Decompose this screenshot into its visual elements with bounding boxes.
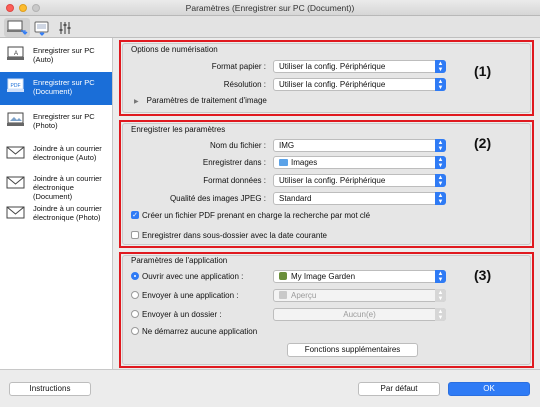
sidebar-item-email-auto[interactable]: Joindre à un courrier électronique (Auto… <box>0 138 112 171</box>
scan-options-title: Options de numérisation <box>131 45 218 54</box>
chevron-updown-icon: ▲ ▼ <box>435 139 446 152</box>
settings-toolbar <box>0 16 540 38</box>
sidebar-item-email-document[interactable]: Joindre à un courrier électronique (Docu… <box>0 168 112 201</box>
title-bar: Paramètres (Enregistrer sur PC (Document… <box>0 0 540 16</box>
tab-general-settings[interactable] <box>56 18 74 37</box>
filename-value: IMG <box>279 141 295 150</box>
svg-text:A: A <box>14 51 18 57</box>
chevron-updown-icon: ▲ ▼ <box>435 78 446 91</box>
open-app-select[interactable]: My Image Garden ▲ ▼ <box>273 270 446 283</box>
send-app-radio[interactable] <box>131 291 139 299</box>
chevron-updown-icon: ▲ ▼ <box>435 192 446 205</box>
paper-size-label: Format papier : <box>211 62 266 71</box>
save-settings-title: Enregistrer les paramètres <box>131 125 226 134</box>
settings-panel: Options de numérisation Format papier : … <box>114 38 540 369</box>
scan-from-computer-icon <box>7 20 28 35</box>
save-pc-document-icon: PDF <box>7 78 24 92</box>
send-folder-select[interactable]: Aucun(e) ▲ ▼ <box>273 308 446 321</box>
save-pc-photo-icon <box>7 112 24 126</box>
sidebar-item-save-pc-document[interactable]: PDF Enregistrer sur PC (Document) <box>0 72 112 105</box>
sidebar-item-label: Enregistrer sur PC (Document) <box>33 78 95 96</box>
email-auto-icon <box>6 146 25 159</box>
data-format-select[interactable]: Utiliser la config. Périphérique ▲ ▼ <box>273 174 446 187</box>
disclosure-triangle-icon: ▶ <box>134 99 139 105</box>
sidebar-item-save-pc-auto[interactable]: A Enregistrer sur PC (Auto) <box>0 40 112 73</box>
data-format-value: Utiliser la config. Périphérique <box>279 176 386 185</box>
ok-button[interactable]: OK <box>448 382 530 396</box>
subfolder-checkbox[interactable] <box>131 231 139 239</box>
footer-bar: Instructions Par défaut OK <box>0 369 540 407</box>
email-document-icon <box>6 176 25 189</box>
sidebar-item-email-photo[interactable]: Joindre à un courrier électronique (Phot… <box>0 198 112 231</box>
chevron-updown-icon: ▲ ▼ <box>435 308 446 321</box>
send-app-select[interactable]: Aperçu ▲ ▼ <box>273 289 446 302</box>
save-pc-auto-icon: A <box>7 46 24 60</box>
searchable-pdf-label: Créer un fichier PDF prenant en charge l… <box>142 211 371 220</box>
window-title: Paramètres (Enregistrer sur PC (Document… <box>185 3 355 13</box>
marker-3: (3) <box>474 267 492 283</box>
preview-app-icon <box>279 291 287 299</box>
data-format-label: Format données : <box>203 176 266 185</box>
chevron-updown-icon: ▲ ▼ <box>435 156 446 169</box>
more-functions-button[interactable]: Fonctions supplémentaires <box>287 343 418 357</box>
tab-scan-from-operation-panel[interactable] <box>30 18 54 37</box>
save-in-select[interactable]: Images ▲ ▼ <box>273 156 446 169</box>
send-folder-value: Aucun(e) <box>343 310 376 319</box>
app-settings-title: Paramètres de l'application <box>131 256 228 265</box>
sidebar-item-label: Joindre à un courrier électronique (Auto… <box>33 144 102 162</box>
save-in-value: Images <box>291 158 318 167</box>
chevron-updown-icon: ▲ ▼ <box>435 60 446 73</box>
image-processing-toggle[interactable]: ▶ Paramètres de traitement d'image <box>134 96 267 105</box>
my-image-garden-icon <box>279 272 287 280</box>
image-processing-label: Paramètres de traitement d'image <box>146 96 267 105</box>
jpeg-quality-value: Standard <box>279 194 312 203</box>
save-in-label: Enregistrer dans : <box>202 158 266 167</box>
no-app-label: Ne démarrez aucune application <box>142 327 258 336</box>
filename-label: Nom du fichier : <box>209 141 266 150</box>
sidebar-item-label: Enregistrer sur PC (Auto) <box>33 46 95 64</box>
jpeg-quality-label: Qualité des images JPEG : <box>169 194 266 203</box>
general-settings-icon <box>59 21 71 34</box>
marker-2: (2) <box>474 135 492 151</box>
svg-text:PDF: PDF <box>11 83 21 89</box>
chevron-updown-icon: ▲ ▼ <box>435 289 446 302</box>
paper-size-select[interactable]: Utiliser la config. Périphérique ▲ ▼ <box>273 60 446 73</box>
jpeg-quality-select[interactable]: Standard ▲ ▼ <box>273 192 446 205</box>
searchable-pdf-checkbox[interactable]: ✓ <box>131 211 139 219</box>
no-app-radio[interactable] <box>131 327 139 335</box>
resolution-value: Utiliser la config. Périphérique <box>279 80 386 89</box>
subfolder-label: Enregistrer dans sous-dossier avec la da… <box>142 231 327 240</box>
chevron-updown-icon: ▲ ▼ <box>435 174 446 187</box>
open-app-value: My Image Garden <box>291 272 356 281</box>
tab-scan-from-computer[interactable] <box>4 18 30 37</box>
default-button[interactable]: Par défaut <box>358 382 440 396</box>
open-app-radio[interactable] <box>131 272 139 280</box>
sidebar-item-label: Enregistrer sur PC (Photo) <box>33 112 95 130</box>
sidebar-item-label: Joindre à un courrier électronique (Docu… <box>33 174 102 201</box>
folder-icon <box>279 159 288 166</box>
resolution-label: Résolution : <box>223 80 266 89</box>
sidebar-item-save-pc-photo[interactable]: Enregistrer sur PC (Photo) <box>0 106 112 139</box>
send-app-label: Envoyer à une application : <box>142 291 239 300</box>
send-app-value: Aperçu <box>291 291 317 300</box>
resolution-select[interactable]: Utiliser la config. Périphérique ▲ ▼ <box>273 78 446 91</box>
send-folder-radio[interactable] <box>131 310 139 318</box>
instructions-button[interactable]: Instructions <box>9 382 91 396</box>
open-app-label: Ouvrir avec une application : <box>142 272 244 281</box>
marker-1: (1) <box>474 63 492 79</box>
sidebar: A Enregistrer sur PC (Auto) PDF Enregist… <box>0 38 113 369</box>
send-folder-label: Envoyer à un dossier : <box>142 310 222 319</box>
scan-from-operation-panel-icon <box>34 21 49 36</box>
paper-size-value: Utiliser la config. Périphérique <box>279 62 386 71</box>
filename-field[interactable]: IMG ▲ ▼ <box>273 139 446 152</box>
email-photo-icon <box>6 206 25 219</box>
sidebar-item-label: Joindre à un courrier électronique (Phot… <box>33 204 102 222</box>
chevron-updown-icon: ▲ ▼ <box>435 270 446 283</box>
